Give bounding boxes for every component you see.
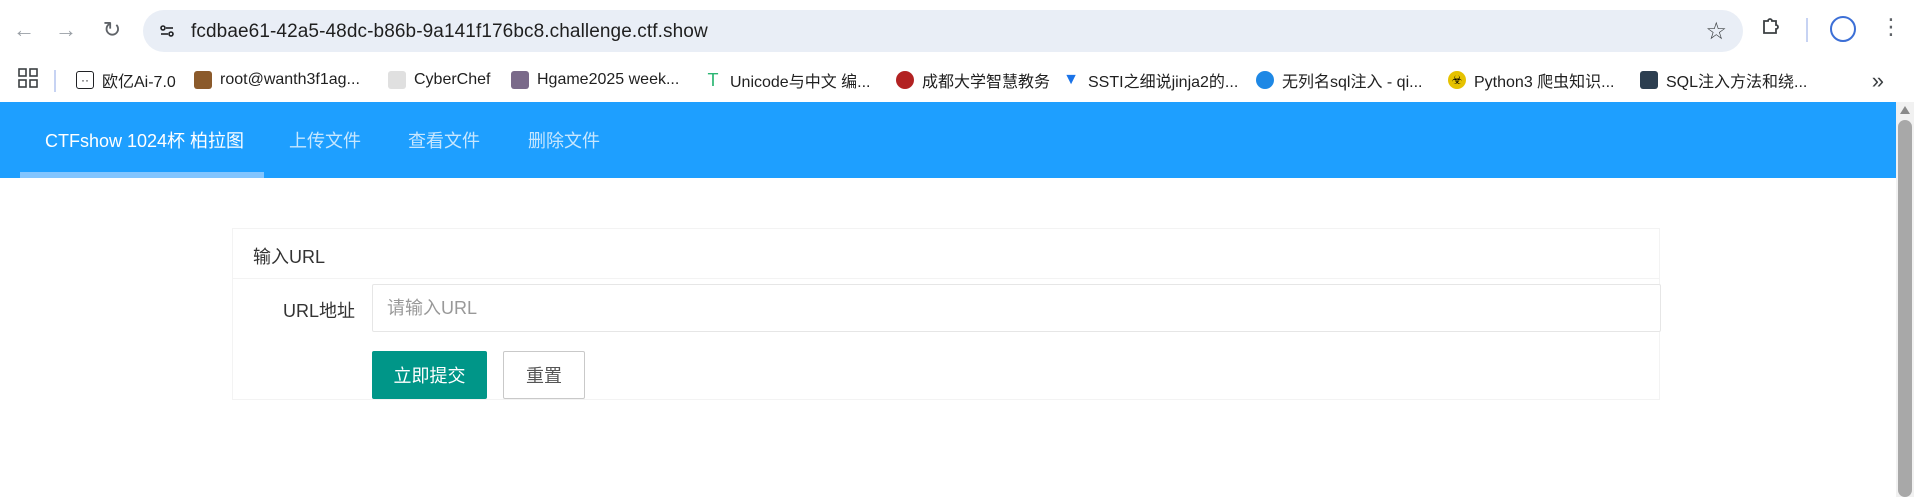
bookmark-item[interactable]: ▼ SSTI之细说jinja2的...: [1062, 66, 1238, 94]
bookmark-label: SQL注入方法和绕...: [1666, 74, 1808, 91]
profile-icon[interactable]: [1830, 16, 1856, 42]
page-content: CTFshow 1024杯 柏拉图 上传文件 查看文件 删除文件 输入URL U…: [0, 102, 1896, 497]
nav-item-delete[interactable]: 删除文件: [528, 102, 600, 178]
url-form-card: 输入URL URL地址 立即提交 重置: [232, 228, 1661, 400]
bookmark-item[interactable]: CyberChef: [388, 66, 490, 94]
avatar-icon: [194, 71, 212, 89]
submit-button[interactable]: 立即提交: [372, 351, 487, 399]
browser-toolbar: ← → ↻ fcdbae61-42a5-48dc-b86b-9a141f176b…: [0, 0, 1914, 62]
biohazard-icon: ☣: [1448, 71, 1466, 89]
bookmark-label: Hgame2025 week...: [537, 71, 680, 88]
url-text[interactable]: fcdbae61-42a5-48dc-b86b-9a141f176bc8.cha…: [191, 21, 708, 43]
url-label: URL地址: [283, 301, 356, 321]
forward-icon[interactable]: →: [48, 12, 84, 48]
chef-icon: [388, 71, 406, 89]
scroll-up-icon[interactable]: [1900, 106, 1910, 114]
bookmarks-separator: [54, 70, 56, 92]
scroll-thumb[interactable]: [1898, 120, 1912, 497]
t-icon: T: [707, 69, 719, 90]
bookmark-label: root@wanth3f1ag...: [220, 71, 360, 88]
seal-icon: [896, 71, 914, 89]
bookmark-item[interactable]: 无列名sql注入 - qi...: [1256, 66, 1422, 94]
bookmark-label: 无列名sql注入 - qi...: [1282, 74, 1423, 91]
bookmark-item[interactable]: ☣ Python3 爬虫知识...: [1448, 66, 1615, 94]
bookmark-label: 成都大学智慧教务: [922, 74, 1051, 91]
circle-icon: [1256, 71, 1274, 89]
toolbar-separator: [1806, 18, 1808, 42]
reset-button[interactable]: 重置: [503, 351, 585, 399]
address-bar[interactable]: fcdbae61-42a5-48dc-b86b-9a141f176bc8.cha…: [143, 10, 1743, 52]
apps-grid-icon[interactable]: [18, 68, 38, 94]
avatar-icon: [511, 71, 529, 89]
bookmark-label: Python3 爬虫知识...: [1474, 74, 1615, 91]
back-icon[interactable]: ←: [6, 12, 42, 48]
reload-icon[interactable]: ↻: [94, 12, 130, 48]
bookmark-label: 欧亿Ai-7.0: [102, 74, 176, 91]
bookmark-item[interactable]: ·· 欧亿Ai-7.0: [76, 66, 176, 94]
bookmark-item[interactable]: 成都大学智慧教务: [896, 66, 1050, 94]
image-icon: [1640, 71, 1658, 89]
menu-icon[interactable]: ⋮: [1880, 14, 1902, 40]
nav-item-home[interactable]: CTFshow 1024杯 柏拉图: [45, 102, 244, 178]
card-title: 输入URL: [233, 229, 1659, 279]
bookmark-item[interactable]: T Unicode与中文 编...: [704, 66, 871, 94]
shield-icon: ▼: [1063, 71, 1079, 88]
chat-icon: ··: [76, 71, 94, 89]
bookmark-item[interactable]: root@wanth3f1ag...: [194, 66, 360, 94]
page-scrollbar[interactable]: [1896, 102, 1914, 497]
bookmarks-bar: ·· 欧亿Ai-7.0 root@wanth3f1ag... CyberChef …: [0, 62, 1914, 102]
star-icon[interactable]: ☆: [1705, 17, 1727, 46]
bookmark-label: Unicode与中文 编...: [730, 74, 871, 91]
active-nav-indicator: [20, 172, 264, 178]
bookmark-item[interactable]: SQL注入方法和绕...: [1640, 66, 1807, 94]
site-info-icon[interactable]: [153, 17, 181, 45]
bookmark-item[interactable]: Hgame2025 week...: [511, 66, 679, 94]
url-input[interactable]: [372, 284, 1661, 332]
nav-item-view[interactable]: 查看文件: [408, 102, 480, 178]
bookmark-label: CyberChef: [414, 71, 491, 88]
bookmark-label: SSTI之细说jinja2的...: [1088, 74, 1239, 91]
extensions-icon[interactable]: [1760, 14, 1782, 42]
more-bookmarks-icon[interactable]: »: [1872, 68, 1884, 94]
nav-item-upload[interactable]: 上传文件: [289, 102, 361, 178]
top-navigation: CTFshow 1024杯 柏拉图 上传文件 查看文件 删除文件: [0, 102, 1896, 178]
